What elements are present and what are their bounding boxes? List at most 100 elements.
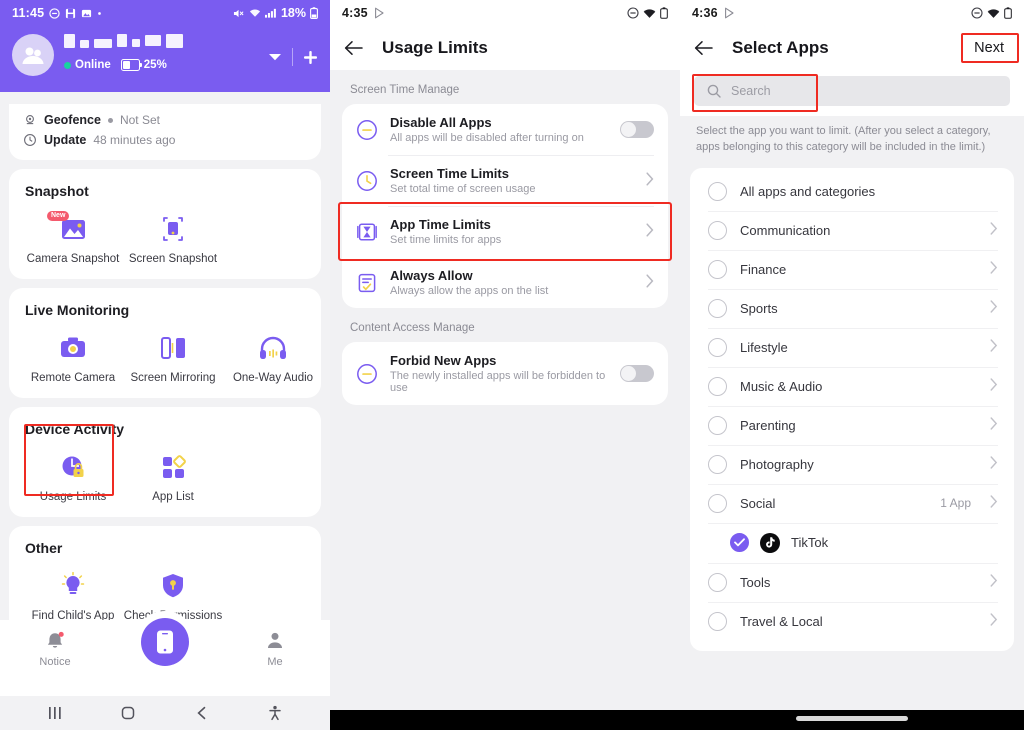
geofence-row[interactable]: Geofence Not Set: [23, 110, 307, 130]
list-item-finance[interactable]: Finance: [690, 249, 1014, 289]
dnd-icon: [627, 7, 639, 19]
back-arrow-icon[interactable]: [344, 40, 364, 56]
update-label: Update: [44, 133, 87, 147]
list-item-sports[interactable]: Sports: [690, 288, 1014, 328]
search-area: Search: [680, 70, 1024, 116]
tile-remote-camera[interactable]: Remote Camera: [23, 328, 123, 388]
content-access-manage-card: Forbid New Apps The newly installed apps…: [342, 342, 668, 405]
person-icon: [264, 630, 286, 652]
checkbox-checked-icon[interactable]: [730, 533, 749, 553]
one-way-audio-icon: [257, 331, 289, 365]
header-divider: [292, 48, 293, 66]
back-arrow-icon[interactable]: [694, 40, 714, 56]
mid-app-bar: Usage Limits: [330, 26, 680, 70]
search-placeholder: Search: [731, 84, 771, 98]
radio-icon[interactable]: [708, 298, 727, 318]
tile-screen-snapshot[interactable]: Screen Snapshot: [123, 209, 223, 269]
play-store-icon: [723, 7, 735, 19]
radio-icon[interactable]: [708, 220, 727, 240]
update-row[interactable]: Update 48 minutes ago: [23, 130, 307, 150]
tile-label: Screen Snapshot: [128, 253, 218, 265]
section-live-monitoring: Live Monitoring Remote Camera Screen Mir…: [9, 288, 321, 398]
list-item-label: Social: [740, 495, 776, 511]
right-app-bar: Select Apps Next: [680, 26, 1024, 70]
list-item-lifestyle[interactable]: Lifestyle: [690, 327, 1014, 367]
page-title: Select Apps: [732, 38, 829, 57]
radio-icon[interactable]: [708, 493, 727, 513]
geofence-label: Geofence: [44, 113, 101, 127]
list-item-label: Photography: [740, 456, 814, 472]
disable-all-apps-toggle[interactable]: [620, 121, 654, 138]
tile-find-childs-app[interactable]: Find Child's App: [23, 566, 123, 626]
battery-icon: [1004, 7, 1012, 19]
tile-usage-limits[interactable]: Usage Limits: [23, 447, 123, 507]
tile-camera-snapshot[interactable]: New Camera Snapshot: [23, 209, 123, 269]
section-label-content-access-manage: Content Access Manage: [350, 322, 475, 334]
row-screen-time-limits[interactable]: Screen Time Limits Set total time of scr…: [342, 155, 668, 206]
list-item-all-apps[interactable]: All apps and categories: [690, 172, 1014, 211]
back-icon[interactable]: [193, 705, 211, 721]
row-disable-all-apps[interactable]: Disable All Apps All apps will be disabl…: [342, 104, 668, 155]
forbid-new-apps-toggle[interactable]: [620, 365, 654, 382]
row-forbid-new-apps[interactable]: Forbid New Apps The newly installed apps…: [342, 342, 668, 405]
mute-icon: [233, 8, 245, 19]
tile-check-permissions[interactable]: Check Permissions: [123, 566, 223, 626]
list-item-communication[interactable]: Communication: [690, 210, 1014, 250]
disable-all-apps-icon: [356, 119, 378, 141]
radio-icon[interactable]: [708, 611, 727, 631]
tile-label: App List: [152, 491, 194, 503]
play-store-icon: [373, 7, 385, 19]
radio-icon[interactable]: [708, 376, 727, 396]
section-snapshot: Snapshot New Camera Snapshot Screen Snap…: [9, 169, 321, 279]
device-info: Online 25%: [54, 32, 268, 71]
list-item-label: Parenting: [740, 417, 796, 433]
list-item-photography[interactable]: Photography: [690, 444, 1014, 484]
radio-icon[interactable]: [708, 181, 727, 201]
section-title: Other: [25, 540, 63, 556]
next-button[interactable]: Next: [968, 37, 1010, 59]
recents-icon[interactable]: [46, 705, 64, 721]
list-item-tools[interactable]: Tools: [690, 562, 1014, 602]
list-item-social[interactable]: Social 1 App: [690, 483, 1014, 523]
mid-phone-screen: 4:35 Usage Limits Screen Time Manage Dis…: [330, 0, 680, 730]
left-scroll-content[interactable]: Geofence Not Set Update 48 minutes ago S…: [0, 104, 330, 630]
row-title: Forbid New Apps: [390, 353, 497, 368]
row-subtitle: All apps will be disabled after turning …: [390, 132, 584, 144]
mid-status-bar: 4:35: [330, 0, 680, 26]
find-childs-app-icon: [57, 569, 89, 603]
chevron-down-icon[interactable]: [268, 52, 282, 62]
row-always-allow[interactable]: Always Allow Always allow the apps on th…: [342, 257, 668, 308]
radio-icon[interactable]: [708, 337, 727, 357]
list-item-tiktok[interactable]: TikTok: [690, 522, 1014, 563]
always-allow-icon: [356, 272, 378, 294]
list-item-travel-local[interactable]: Travel & Local: [690, 601, 1014, 641]
chevron-right-icon: [990, 613, 998, 630]
home-icon[interactable]: [119, 705, 137, 721]
radio-icon[interactable]: [708, 572, 727, 592]
device-battery: 25%: [120, 59, 167, 71]
radio-icon[interactable]: [708, 415, 727, 435]
search-input[interactable]: Search: [694, 76, 1010, 106]
accessibility-icon[interactable]: [266, 705, 284, 721]
radio-icon[interactable]: [708, 259, 727, 279]
plus-icon[interactable]: [303, 50, 318, 65]
chevron-right-icon: [990, 261, 998, 278]
tile-app-list[interactable]: App List: [123, 447, 223, 507]
left-status-bar: 11:45 18%: [0, 0, 330, 26]
phone-icon: [157, 630, 173, 654]
tile-label: Remote Camera: [30, 372, 116, 384]
row-app-time-limits[interactable]: App Time Limits Set time limits for apps: [338, 202, 672, 261]
list-item-parenting[interactable]: Parenting: [690, 405, 1014, 445]
bottom-nav-device-fab[interactable]: [141, 618, 189, 666]
list-item-music-audio[interactable]: Music & Audio: [690, 366, 1014, 406]
radio-icon[interactable]: [708, 454, 727, 474]
left-phone-screen: 11:45 18% Online 25% Geofence Not Set Up…: [0, 0, 330, 730]
tile-one-way-audio[interactable]: One-Way Audio: [223, 328, 323, 388]
tiktok-icon: [760, 532, 780, 553]
bottom-nav-me[interactable]: Me: [232, 630, 318, 668]
tile-screen-mirroring[interactable]: Screen Mirroring: [123, 328, 223, 388]
bottom-nav-notice[interactable]: Notice: [12, 630, 98, 668]
section-other: Other Find Child's App Check Permissions: [9, 526, 321, 630]
section-title: Device Activity: [25, 421, 125, 437]
home-indicator[interactable]: [796, 716, 908, 721]
